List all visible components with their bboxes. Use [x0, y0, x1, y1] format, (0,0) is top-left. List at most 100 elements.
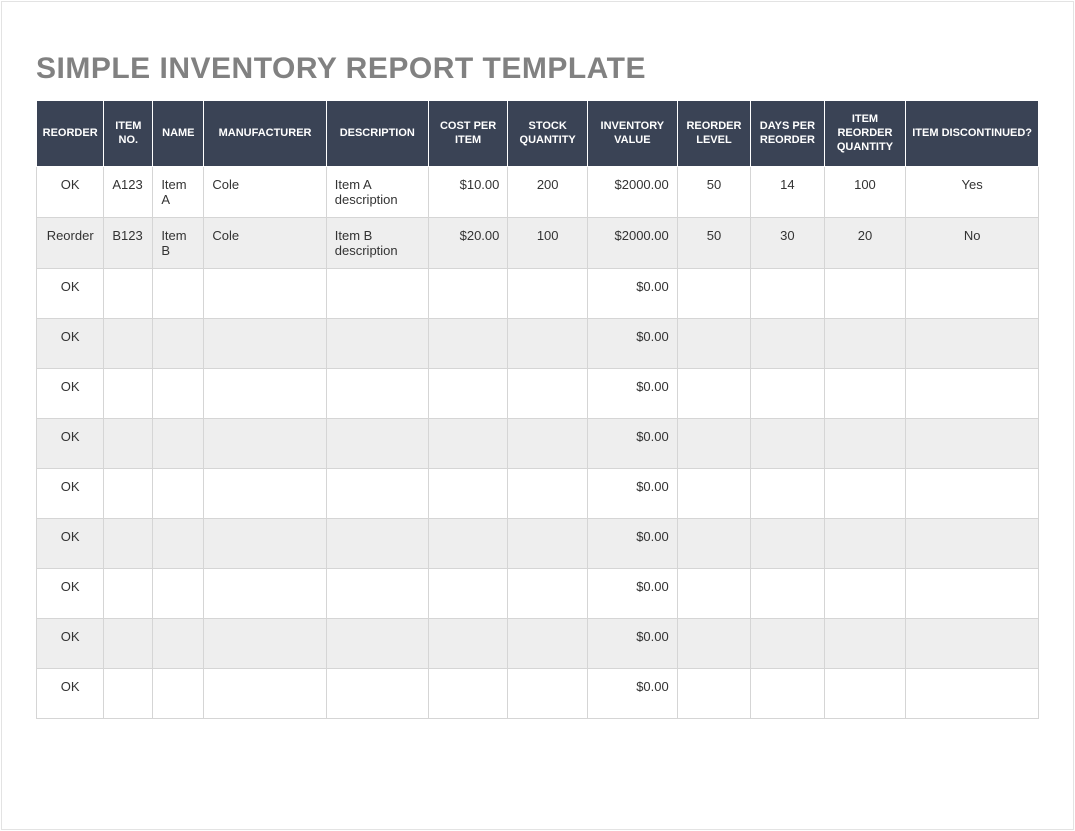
cell-manufacturer	[204, 669, 326, 719]
col-header-description: DESCRIPTION	[326, 101, 428, 167]
cell-cost-per-item	[428, 419, 508, 469]
cell-item-no: A123	[104, 167, 153, 218]
table-row: OK $0.00	[37, 319, 1039, 369]
cell-item-discontinued	[906, 619, 1039, 669]
cell-reorder-level	[677, 269, 750, 319]
cell-reorder: OK	[37, 269, 104, 319]
cell-name	[153, 469, 204, 519]
cell-description	[326, 419, 428, 469]
table-row: OK $0.00	[37, 669, 1039, 719]
cell-reorder-level	[677, 419, 750, 469]
cell-cost-per-item	[428, 319, 508, 369]
cell-description: Item A description	[326, 167, 428, 218]
cell-reorder-level	[677, 519, 750, 569]
cell-reorder-level	[677, 619, 750, 669]
cell-description	[326, 319, 428, 369]
cell-item-no	[104, 419, 153, 469]
cell-item-reorder-qty	[824, 319, 906, 369]
cell-name	[153, 419, 204, 469]
cell-reorder: OK	[37, 519, 104, 569]
cell-name	[153, 669, 204, 719]
cell-inventory-value: $0.00	[587, 669, 677, 719]
cell-stock-quantity: 200	[508, 167, 588, 218]
cell-days-per-reorder	[751, 369, 824, 419]
cell-cost-per-item: $20.00	[428, 218, 508, 269]
cell-stock-quantity	[508, 419, 588, 469]
cell-name: Item B	[153, 218, 204, 269]
cell-days-per-reorder: 14	[751, 167, 824, 218]
cell-manufacturer	[204, 369, 326, 419]
cell-name: Item A	[153, 167, 204, 218]
cell-inventory-value: $0.00	[587, 269, 677, 319]
cell-stock-quantity	[508, 269, 588, 319]
cell-days-per-reorder: 30	[751, 218, 824, 269]
cell-item-discontinued: No	[906, 218, 1039, 269]
cell-item-reorder-qty	[824, 619, 906, 669]
cell-stock-quantity	[508, 519, 588, 569]
cell-item-no	[104, 369, 153, 419]
cell-item-no	[104, 519, 153, 569]
cell-inventory-value: $2000.00	[587, 218, 677, 269]
cell-stock-quantity	[508, 319, 588, 369]
cell-description	[326, 569, 428, 619]
cell-manufacturer	[204, 469, 326, 519]
cell-stock-quantity	[508, 569, 588, 619]
cell-cost-per-item	[428, 369, 508, 419]
cell-description	[326, 469, 428, 519]
cell-item-reorder-qty: 20	[824, 218, 906, 269]
cell-inventory-value: $0.00	[587, 369, 677, 419]
cell-item-reorder-qty	[824, 569, 906, 619]
cell-inventory-value: $0.00	[587, 619, 677, 669]
table-row: OK $0.00	[37, 269, 1039, 319]
cell-reorder: OK	[37, 469, 104, 519]
cell-manufacturer	[204, 619, 326, 669]
cell-days-per-reorder	[751, 319, 824, 369]
cell-name	[153, 319, 204, 369]
cell-item-reorder-qty	[824, 369, 906, 419]
cell-manufacturer: Cole	[204, 167, 326, 218]
cell-days-per-reorder	[751, 269, 824, 319]
cell-manufacturer	[204, 519, 326, 569]
cell-manufacturer	[204, 569, 326, 619]
cell-item-no	[104, 319, 153, 369]
cell-inventory-value: $0.00	[587, 519, 677, 569]
cell-item-reorder-qty	[824, 469, 906, 519]
col-header-manufacturer: MANUFACTURER	[204, 101, 326, 167]
table-row: OK $0.00	[37, 519, 1039, 569]
cell-stock-quantity	[508, 669, 588, 719]
cell-cost-per-item	[428, 469, 508, 519]
col-header-name: NAME	[153, 101, 204, 167]
cell-name	[153, 369, 204, 419]
cell-cost-per-item	[428, 669, 508, 719]
cell-name	[153, 619, 204, 669]
cell-name	[153, 269, 204, 319]
col-header-item-no: ITEM NO.	[104, 101, 153, 167]
cell-item-no	[104, 469, 153, 519]
col-header-item-discontinued: ITEM DISCONTINUED?	[906, 101, 1039, 167]
inventory-table: REORDER ITEM NO. NAME MANUFACTURER DESCR…	[36, 100, 1039, 719]
page: SIMPLE INVENTORY REPORT TEMPLATE REORDER…	[1, 1, 1074, 830]
cell-cost-per-item	[428, 619, 508, 669]
cell-item-discontinued	[906, 519, 1039, 569]
cell-description	[326, 269, 428, 319]
cell-manufacturer	[204, 319, 326, 369]
cell-days-per-reorder	[751, 619, 824, 669]
cell-days-per-reorder	[751, 419, 824, 469]
cell-item-reorder-qty: 100	[824, 167, 906, 218]
cell-days-per-reorder	[751, 569, 824, 619]
cell-reorder: OK	[37, 319, 104, 369]
cell-reorder-level: 50	[677, 167, 750, 218]
table-row: OK$0.00	[37, 569, 1039, 619]
table-body: OKA123Item AColeItem A description$10.00…	[37, 167, 1039, 719]
cell-reorder-level	[677, 669, 750, 719]
cell-item-discontinued	[906, 269, 1039, 319]
col-header-reorder: REORDER	[37, 101, 104, 167]
cell-manufacturer: Cole	[204, 218, 326, 269]
cell-reorder: OK	[37, 669, 104, 719]
cell-reorder: OK	[37, 569, 104, 619]
cell-reorder-level	[677, 569, 750, 619]
col-header-inventory-value: INVENTORY VALUE	[587, 101, 677, 167]
cell-cost-per-item	[428, 269, 508, 319]
cell-inventory-value: $0.00	[587, 319, 677, 369]
cell-item-discontinued: Yes	[906, 167, 1039, 218]
